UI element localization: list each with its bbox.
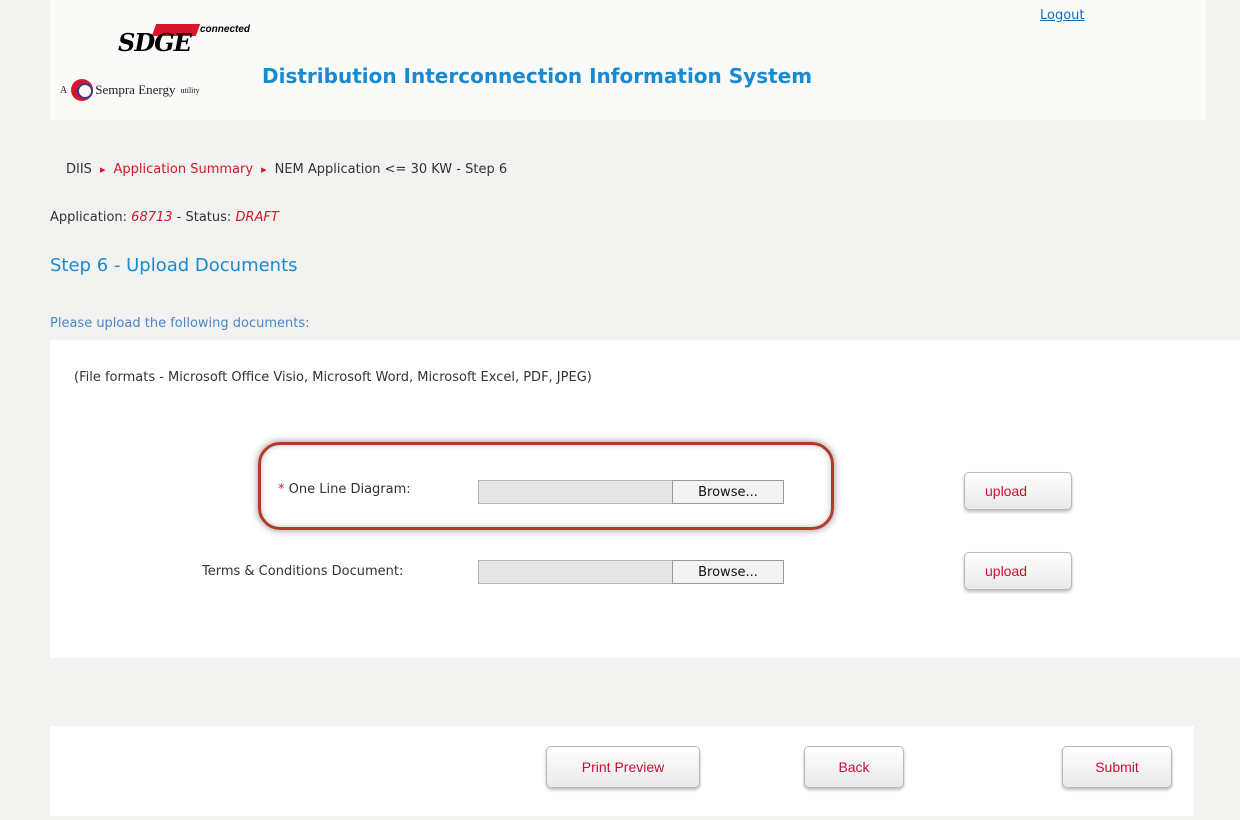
one-line-diagram-upload-button[interactable]: upload — [964, 472, 1072, 510]
logout-link[interactable]: Logout — [1040, 8, 1085, 23]
application-status-line: Application: 68713 - Status: DRAFT — [50, 210, 279, 225]
terms-conditions-label: Terms & Conditions Document: — [202, 564, 404, 579]
sdge-logo-connected: connected — [200, 24, 251, 35]
one-line-diagram-label: * One Line Diagram: — [278, 482, 411, 497]
breadcrumb-separator-icon: ▸ — [261, 163, 267, 176]
upload-panel: (File formats - Microsoft Office Visio, … — [50, 340, 1240, 658]
breadcrumb: DIIS ▸ Application Summary ▸ NEM Applica… — [66, 162, 507, 177]
sempra-logo: A Sempra Energy utility — [60, 79, 200, 101]
file-formats-note: (File formats - Microsoft Office Visio, … — [74, 370, 592, 385]
one-line-diagram-path-field[interactable] — [478, 480, 672, 504]
status-label: - Status: — [176, 210, 232, 225]
application-number: 68713 — [131, 210, 173, 225]
breadcrumb-item-diis[interactable]: DIIS — [66, 162, 92, 177]
page-title: Step 6 - Upload Documents — [50, 255, 298, 276]
status-badge: DRAFT — [235, 210, 279, 225]
sdge-logo: SDGE connected A Sempra Energy utility — [58, 24, 258, 104]
print-preview-button[interactable]: Print Preview — [546, 746, 700, 788]
terms-conditions-path-field[interactable] — [478, 560, 672, 584]
terms-conditions-upload-button[interactable]: upload — [964, 552, 1072, 590]
app-title: Distribution Interconnection Information… — [262, 64, 813, 88]
application-label: Application: — [50, 210, 128, 225]
required-marker: * — [278, 482, 285, 497]
sdge-logo-text: SDGE — [118, 28, 192, 57]
page-header: SDGE connected A Sempra Energy utility D… — [50, 0, 1206, 120]
breadcrumb-item-current: NEM Application <= 30 KW - Step 6 — [274, 162, 508, 177]
breadcrumb-item-application-summary[interactable]: Application Summary — [113, 162, 253, 177]
terms-conditions-browse-button[interactable]: Browse... — [672, 560, 784, 584]
submit-button[interactable]: Submit — [1062, 746, 1172, 788]
action-footer: Print Preview Back Submit — [50, 726, 1194, 816]
back-button[interactable]: Back — [804, 746, 904, 788]
one-line-diagram-browse-button[interactable]: Browse... — [672, 480, 784, 504]
breadcrumb-separator-icon: ▸ — [99, 163, 106, 176]
sempra-swirl-icon — [71, 79, 94, 101]
one-line-diagram-file-input[interactable]: Browse... — [478, 480, 784, 504]
upload-instruction: Please upload the following documents: — [50, 316, 310, 331]
terms-conditions-file-input[interactable]: Browse... — [478, 560, 784, 584]
